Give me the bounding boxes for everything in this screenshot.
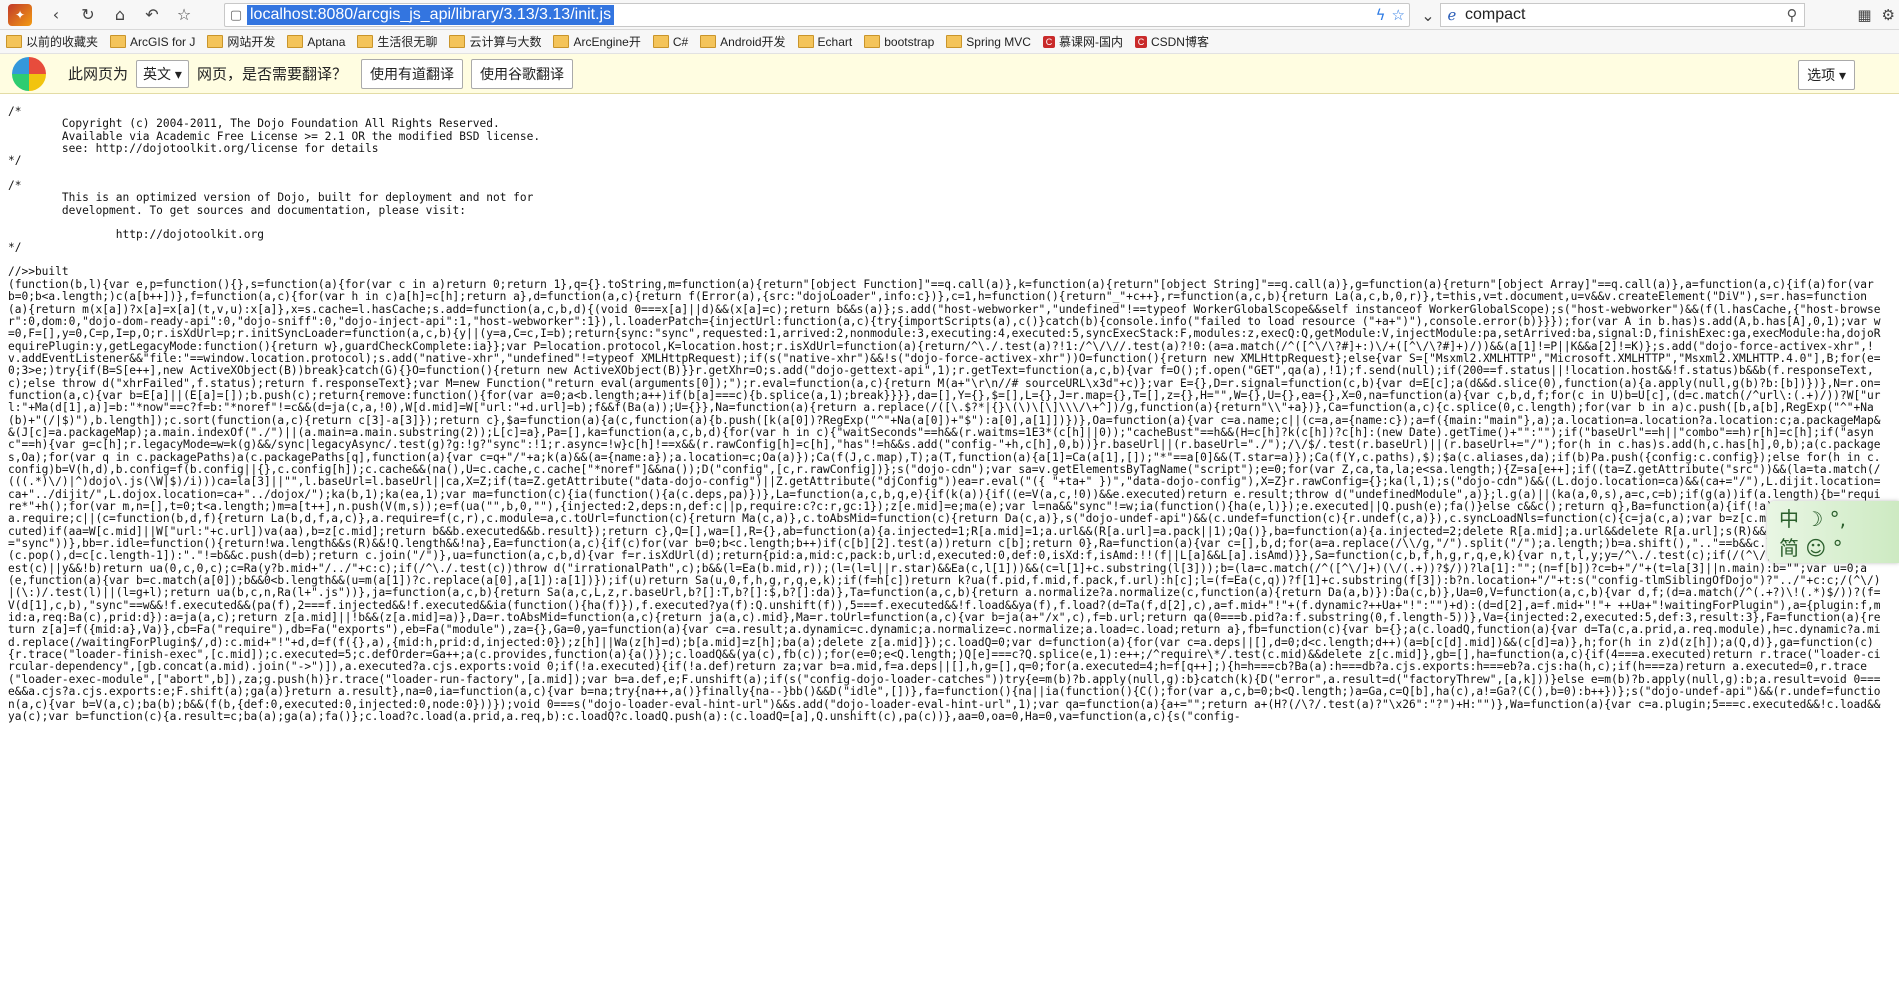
bookmark-label: Aptana <box>307 34 346 49</box>
translate-options-label: 选项 <box>1807 67 1836 83</box>
ime-widget-line2: 简 ☺ ° <box>1779 536 1843 560</box>
translate-bar: 此网页为 英文 ▾ 网页，是否需要翻译？ 使用有道翻译 使用谷歌翻译 选项 ▾ <box>0 54 1899 94</box>
bookmark-item[interactable]: Android开发 <box>700 33 786 50</box>
address-actions: ϟ ☆ <box>1376 6 1409 24</box>
folder-icon <box>6 35 22 48</box>
bookmark-label: Echart <box>817 34 853 49</box>
folder-icon <box>700 35 717 48</box>
folder-icon <box>287 35 304 48</box>
folder-icon <box>864 35 881 48</box>
folder-icon <box>207 35 224 48</box>
source-code-text: /* Copyright (c) 2004-2011, The Dojo Fou… <box>8 105 1881 723</box>
folder-icon <box>357 35 374 48</box>
browser-toolbar: ✦ ‹ ↻ ⌂ ↶ ☆ ▢ localhost:8080/arcgis_js_a… <box>0 0 1899 30</box>
bookmark-label: ArcEngine开 <box>573 35 641 49</box>
language-select-value: 英文 <box>143 65 172 82</box>
folder-icon <box>110 35 127 48</box>
bookmark-item[interactable]: 网站开发 <box>207 33 275 50</box>
folder-icon <box>797 35 814 48</box>
folder-icon <box>553 35 570 48</box>
back-icon: ‹ <box>52 5 60 24</box>
bookmark-label: 慕课网-国内 <box>1058 35 1123 49</box>
bookmark-item[interactable]: Spring MVC <box>946 35 1031 49</box>
address-bar[interactable]: ▢ localhost:8080/arcgis_js_api/library/3… <box>224 3 1410 27</box>
translate-question: 网页，是否需要翻译？ <box>196 66 347 83</box>
search-engine-icon[interactable]: ℯ <box>1441 6 1463 24</box>
bookmark-item[interactable]: Echart <box>797 34 853 49</box>
page-info-icon[interactable]: ▢ <box>225 4 247 26</box>
bookmark-item[interactable]: 以前的收藏夹 <box>6 33 98 50</box>
bookmark-label: 以前的收藏夹 <box>26 35 99 49</box>
youdao-translate-button[interactable]: 使用有道翻译 <box>360 58 463 89</box>
language-select[interactable]: 英文 ▾ <box>136 59 189 88</box>
settings-gear-icon[interactable]: ⚙ <box>1882 6 1895 24</box>
bookmark-item[interactable]: ArcEngine开 <box>553 33 641 50</box>
bookmark-item[interactable]: ArcGIS for J <box>110 35 195 49</box>
folder-icon <box>946 35 963 48</box>
bookmark-star-icon[interactable]: ☆ <box>1392 6 1405 24</box>
folder-icon <box>449 35 466 48</box>
url-text[interactable]: localhost:8080/arcgis_js_api/library/3.1… <box>247 5 615 25</box>
undo-button[interactable]: ↶ <box>136 0 168 30</box>
bookmark-label: Spring MVC <box>966 34 1031 49</box>
bookmark-label: 云计算与大数 <box>469 35 542 49</box>
browser-logo-icon: ✦ <box>8 3 32 26</box>
bookmark-label: bootstrap <box>884 34 935 49</box>
lightning-icon[interactable]: ϟ <box>1376 6 1386 24</box>
translate-options-button[interactable]: 选项 ▾ <box>1798 60 1855 90</box>
site-icon: C <box>1134 35 1147 48</box>
translate-prefix: 此网页为 <box>68 66 129 83</box>
star-icon: ☆ <box>176 5 192 24</box>
google-translate-button[interactable]: 使用谷歌翻译 <box>470 58 573 89</box>
search-box[interactable]: ℯ ⚲ <box>1440 3 1805 27</box>
browser-logo[interactable]: ✦ <box>0 0 40 30</box>
home-button[interactable]: ⌂ <box>104 0 136 30</box>
ime-widget-line1: 中 ☽ °, <box>1779 507 1847 531</box>
chevron-down-icon: ⌄ <box>1421 5 1435 25</box>
site-icon: C <box>1042 35 1055 48</box>
search-input[interactable] <box>1463 5 1767 25</box>
bookmark-label: 生活很无聊 <box>377 35 438 49</box>
bookmark-item[interactable]: C 慕课网-国内 <box>1042 33 1123 50</box>
search-icon[interactable]: ⚲ <box>1780 6 1804 24</box>
bookmark-item[interactable]: 生活很无聊 <box>357 33 437 50</box>
refresh-button[interactable]: ↻ <box>72 0 104 30</box>
refresh-icon: ↻ <box>81 5 95 24</box>
ime-floating-widget[interactable]: 中 ☽ °, 简 ☺ ° <box>1767 501 1899 563</box>
translate-logo-icon <box>12 56 46 91</box>
toolbar-right: ▦ ⚙ <box>1857 0 1895 30</box>
apps-grid-icon[interactable]: ▦ <box>1857 6 1871 24</box>
bookmark-item[interactable]: Aptana <box>287 35 345 49</box>
bookmark-item[interactable]: C CSDN博客 <box>1134 33 1209 50</box>
bookmark-item[interactable]: C# <box>652 34 689 49</box>
chevron-down-icon: ▾ <box>174 65 182 82</box>
chevron-down-icon: ▾ <box>1838 67 1846 83</box>
undo-icon: ↶ <box>145 5 159 24</box>
page-content: /* Copyright (c) 2004-2011, The Dojo Fou… <box>0 94 1899 1006</box>
bookmark-label: 网站开发 <box>227 35 276 49</box>
favorite-button[interactable]: ☆ <box>168 0 200 30</box>
back-button[interactable]: ‹ <box>40 0 72 30</box>
bookmark-label: C# <box>672 34 689 49</box>
folder-icon <box>652 35 669 48</box>
bookmark-label: ArcGIS for J <box>130 34 196 49</box>
bookmark-label: CSDN博客 <box>1150 35 1209 49</box>
bookmark-item[interactable]: 云计算与大数 <box>449 33 541 50</box>
home-icon: ⌂ <box>114 5 126 24</box>
bookmark-item[interactable]: bootstrap <box>864 35 934 49</box>
bookmark-label: Android开发 <box>720 35 786 49</box>
bookmarks-bar: 以前的收藏夹 ArcGIS for J 网站开发 Aptana 生活很无聊 云计算与大数 A… <box>0 30 1899 54</box>
